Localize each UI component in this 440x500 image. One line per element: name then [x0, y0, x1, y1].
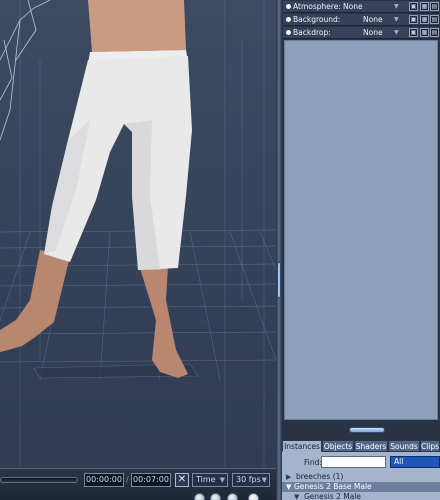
library-tabs: Instances Objects Shaders Sounds Clips — [282, 440, 440, 452]
chevron-down-icon: ▼ — [219, 476, 225, 484]
bullet-icon — [286, 4, 291, 9]
tab-shaders[interactable]: Shaders — [354, 440, 388, 452]
env-row-backdrop[interactable]: Backdrop: None ▼ ▣ ▦ ▤ — [283, 27, 439, 39]
chevron-right-icon[interactable]: ▶ — [286, 472, 291, 482]
current-time-field[interactable]: 00:00:00 — [84, 473, 124, 487]
time-separator: / — [126, 475, 129, 484]
edit-icon[interactable]: ▣ — [409, 2, 418, 11]
time-mode-dropdown[interactable]: Time ▼ — [192, 473, 228, 487]
timeline-scrubber[interactable] — [0, 477, 78, 483]
bullet-icon — [286, 17, 291, 22]
chevron-down-icon: ▼ — [261, 476, 267, 484]
instances-list: Find: All ▶ breeches (1) ▼ Genesis 2 Bas… — [282, 452, 440, 500]
env-row-background[interactable]: Background: None ▼ ▣ ▦ ▤ — [283, 14, 439, 26]
timeline-bar: 00:00:00 / 00:07:00 ✕ Time ▼ 30 fps ▼ — [0, 468, 276, 500]
splitter-grip[interactable] — [349, 427, 385, 433]
env-value[interactable]: None — [363, 27, 413, 38]
chevron-down-icon[interactable]: ▼ — [394, 1, 399, 12]
chevron-down-icon[interactable]: ▼ — [294, 492, 299, 500]
right-panel: Atmosphere: None ▼ ▣ ▦ ▤ Background: Non… — [282, 0, 440, 500]
cube-icon[interactable]: ▤ — [430, 2, 439, 11]
tree-item-label: Genesis 2 Base Male — [294, 482, 372, 491]
env-value[interactable]: None — [343, 1, 393, 12]
tree-item-label: breeches (1) — [296, 472, 344, 481]
grid-icon[interactable]: ▦ — [420, 2, 429, 11]
properties-area — [284, 40, 438, 420]
find-label: Find: — [304, 458, 322, 467]
time-mode-value: Time — [196, 475, 216, 484]
grid-icon[interactable]: ▦ — [420, 28, 429, 37]
play-control-knob[interactable] — [194, 493, 205, 500]
grid-icon[interactable]: ▦ — [420, 15, 429, 24]
fps-dropdown[interactable]: 30 fps ▼ — [232, 473, 270, 487]
fps-value: 30 fps — [236, 475, 261, 484]
env-value[interactable]: None — [363, 14, 413, 25]
3d-viewport[interactable] — [0, 0, 276, 468]
play-control-knob[interactable] — [227, 493, 238, 500]
loop-toggle-icon[interactable]: ✕ — [175, 473, 189, 487]
edit-icon[interactable]: ▣ — [409, 28, 418, 37]
find-input[interactable] — [321, 456, 386, 468]
tree-item[interactable]: ▶ breeches (1) — [282, 472, 440, 482]
tree-item-selected[interactable]: ▼ Genesis 2 Base Male — [282, 482, 440, 492]
filter-value: All — [394, 457, 404, 466]
env-label: Atmosphere: — [293, 2, 341, 11]
cube-icon[interactable]: ▤ — [430, 15, 439, 24]
tab-clips[interactable]: Clips — [420, 440, 440, 452]
tree-item[interactable]: ▼ Genesis 2 Male — [282, 492, 440, 500]
bullet-icon — [286, 30, 291, 35]
environment-section: Atmosphere: None ▼ ▣ ▦ ▤ Background: Non… — [282, 0, 440, 39]
chevron-down-icon[interactable]: ▼ — [394, 27, 399, 38]
filter-dropdown[interactable]: All — [390, 456, 440, 468]
chevron-down-icon[interactable]: ▼ — [286, 482, 291, 492]
env-label: Background: — [293, 15, 341, 24]
chevron-down-icon[interactable]: ▼ — [394, 14, 399, 25]
env-label: Backdrop: — [293, 28, 331, 37]
cube-icon[interactable]: ▤ — [430, 28, 439, 37]
viewport-scene — [0, 0, 276, 468]
edit-icon[interactable]: ▣ — [409, 15, 418, 24]
tab-instances[interactable]: Instances — [282, 440, 322, 452]
env-row-atmosphere[interactable]: Atmosphere: None ▼ ▣ ▦ ▤ — [283, 1, 439, 13]
horizontal-splitter[interactable] — [282, 424, 440, 438]
tab-sounds[interactable]: Sounds — [388, 440, 420, 452]
play-control-knob[interactable] — [210, 493, 221, 500]
tab-objects[interactable]: Objects — [322, 440, 354, 452]
tree-item-label: Genesis 2 Male — [304, 492, 361, 500]
splitter-grip[interactable] — [277, 262, 281, 298]
record-knob[interactable] — [248, 493, 259, 500]
end-time-field[interactable]: 00:07:00 — [131, 473, 171, 487]
